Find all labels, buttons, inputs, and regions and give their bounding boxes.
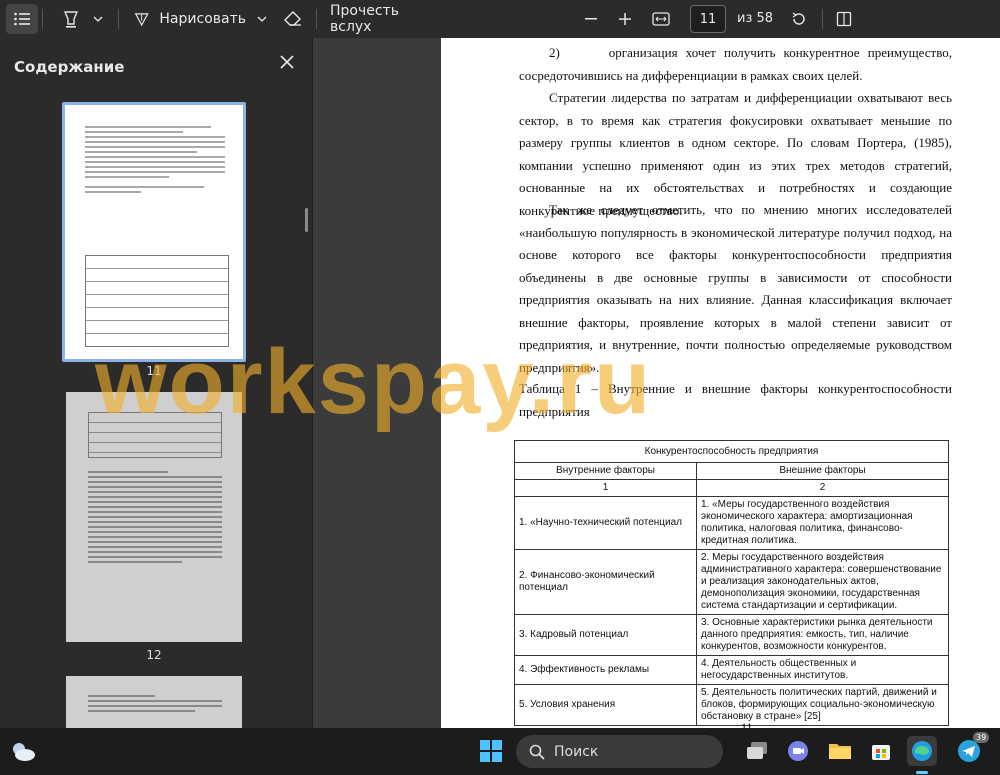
table-row: 2. Финансово-экономический потенциал 2. … bbox=[514, 549, 949, 615]
start-button[interactable] bbox=[476, 736, 506, 766]
contents-sidebar: Содержание 11 12 bbox=[0, 38, 313, 728]
column-number: 1 bbox=[514, 479, 697, 497]
pdf-toolbar: Нарисовать Прочесть вслух 11 из 58 bbox=[0, 0, 1000, 38]
current-page: 11 bbox=[699, 11, 717, 27]
chevron-down-icon bbox=[257, 16, 267, 22]
external-factor: 5. Деятельность политических партий, дви… bbox=[696, 684, 949, 726]
thumbnail-label-11: 11 bbox=[146, 364, 162, 378]
thumbnail-text-lines bbox=[88, 692, 222, 715]
thumbnail-text-lines bbox=[88, 468, 222, 566]
zoom-in-button[interactable] bbox=[614, 4, 636, 34]
internal-factor: 3. Кадровый потенциал bbox=[514, 614, 697, 656]
highlight-options-button[interactable] bbox=[88, 4, 108, 34]
erase-button[interactable] bbox=[280, 4, 306, 34]
store-button[interactable] bbox=[866, 736, 896, 766]
internal-factor: 5. Условия хранения bbox=[514, 684, 697, 726]
page-number-input[interactable]: 11 bbox=[690, 5, 726, 33]
telegram-notification-badge: 39 bbox=[973, 732, 990, 743]
rotate-icon bbox=[792, 12, 805, 25]
minus-icon bbox=[585, 18, 597, 20]
close-icon bbox=[280, 55, 294, 69]
internal-factor: 4. Эффективность рекламы bbox=[514, 655, 697, 685]
highlighter-icon bbox=[63, 11, 79, 28]
sidebar-title: Содержание bbox=[14, 58, 125, 76]
rotate-button[interactable] bbox=[787, 4, 811, 34]
paragraph: Так же следует отметить, что по мнению м… bbox=[519, 202, 952, 375]
contents-toggle-button[interactable] bbox=[6, 4, 38, 34]
external-factor: 4. Деятельность общественных и негосудар… bbox=[696, 655, 949, 685]
page-view-button[interactable] bbox=[832, 4, 856, 34]
sidebar-scrollbar[interactable] bbox=[305, 208, 308, 232]
highlight-button[interactable] bbox=[58, 4, 84, 34]
table-row: 3. Кадровый потенциал 3. Основные характ… bbox=[514, 614, 949, 656]
edge-icon bbox=[912, 741, 932, 761]
list-icon bbox=[14, 12, 30, 26]
thumbnail-table bbox=[85, 255, 229, 347]
total-pages: из 58 bbox=[737, 11, 774, 26]
external-factor: 3. Основные характеристики рынка деятель… bbox=[696, 614, 949, 656]
active-app-indicator bbox=[916, 771, 928, 774]
table-row: 1. «Научно-технический потенциал 1. «Мер… bbox=[514, 496, 949, 550]
taskbar-search[interactable]: Поиск bbox=[516, 735, 723, 768]
page-number: 11 bbox=[741, 720, 753, 728]
thumbnail-table bbox=[88, 412, 222, 458]
search-icon bbox=[529, 744, 545, 760]
thumbnail-label-12: 12 bbox=[146, 648, 162, 662]
pen-icon bbox=[134, 13, 149, 27]
table-row: 4. Эффективность рекламы 4. Деятельность… bbox=[514, 655, 949, 685]
fit-width-button[interactable] bbox=[648, 4, 674, 34]
chat-icon bbox=[788, 741, 808, 761]
column-header-internal: Внутренние факторы bbox=[514, 462, 697, 480]
eraser-icon bbox=[284, 11, 301, 26]
page-thumbnail-11[interactable] bbox=[62, 102, 246, 362]
plus-icon bbox=[619, 13, 631, 25]
thumbnail-text-lines bbox=[85, 123, 225, 196]
zoom-out-button[interactable] bbox=[580, 4, 602, 34]
column-number: 2 bbox=[696, 479, 949, 497]
folder-icon bbox=[829, 744, 851, 759]
windows-logo-icon bbox=[480, 740, 502, 762]
taskbar: Поиск 39 bbox=[0, 728, 1000, 775]
internal-factor: 1. «Научно-технический потенциал bbox=[514, 496, 697, 550]
internal-factor: 2. Финансово-экономический потенциал bbox=[514, 549, 697, 615]
task-view-icon bbox=[747, 742, 767, 759]
store-icon bbox=[872, 745, 890, 760]
page-thumbnail-12[interactable] bbox=[66, 392, 242, 642]
table-title: Конкурентоспособность предприятия bbox=[514, 440, 949, 463]
column-header-external: Внешние факторы bbox=[696, 462, 949, 480]
draw-options-button[interactable] bbox=[252, 4, 272, 34]
draw-label: Нарисовать bbox=[159, 11, 246, 27]
task-view-button[interactable] bbox=[742, 736, 772, 766]
weather-cloud-icon bbox=[13, 743, 35, 761]
document-viewer[interactable]: 2) организация хочет получить конкурентн… bbox=[313, 38, 1000, 728]
read-aloud-button[interactable]: Прочесть вслух bbox=[330, 3, 434, 35]
table-caption: Таблица 1 – Внутренние и внешние факторы… bbox=[519, 381, 952, 419]
close-sidebar-button[interactable] bbox=[279, 54, 297, 72]
weather-widget[interactable] bbox=[8, 736, 38, 766]
chevron-down-icon bbox=[93, 16, 103, 22]
read-aloud-label: Прочесть вслух bbox=[330, 3, 399, 35]
edge-browser-button[interactable] bbox=[907, 736, 937, 766]
search-label: Поиск bbox=[554, 743, 599, 760]
teams-chat-button[interactable] bbox=[783, 736, 813, 766]
fit-width-icon bbox=[652, 12, 670, 26]
table-row: 5. Условия хранения 5. Деятельность поли… bbox=[514, 684, 949, 726]
external-factor: 2. Меры государственного воздействия адм… bbox=[696, 549, 949, 615]
external-factor: 1. «Меры государственного воздействия эк… bbox=[696, 496, 949, 550]
telegram-button[interactable]: 39 bbox=[954, 732, 990, 766]
page-view-icon bbox=[836, 11, 852, 27]
factors-table: Конкурентоспособность предприятия Внутре… bbox=[514, 440, 949, 726]
draw-button[interactable]: Нарисовать bbox=[134, 4, 246, 34]
file-explorer-button[interactable] bbox=[825, 736, 855, 766]
paragraph: 2) организация хочет получить конкурентн… bbox=[519, 45, 952, 83]
document-page: 2) организация хочет получить конкурентн… bbox=[441, 38, 1000, 728]
page-thumbnail-13[interactable] bbox=[66, 676, 242, 728]
